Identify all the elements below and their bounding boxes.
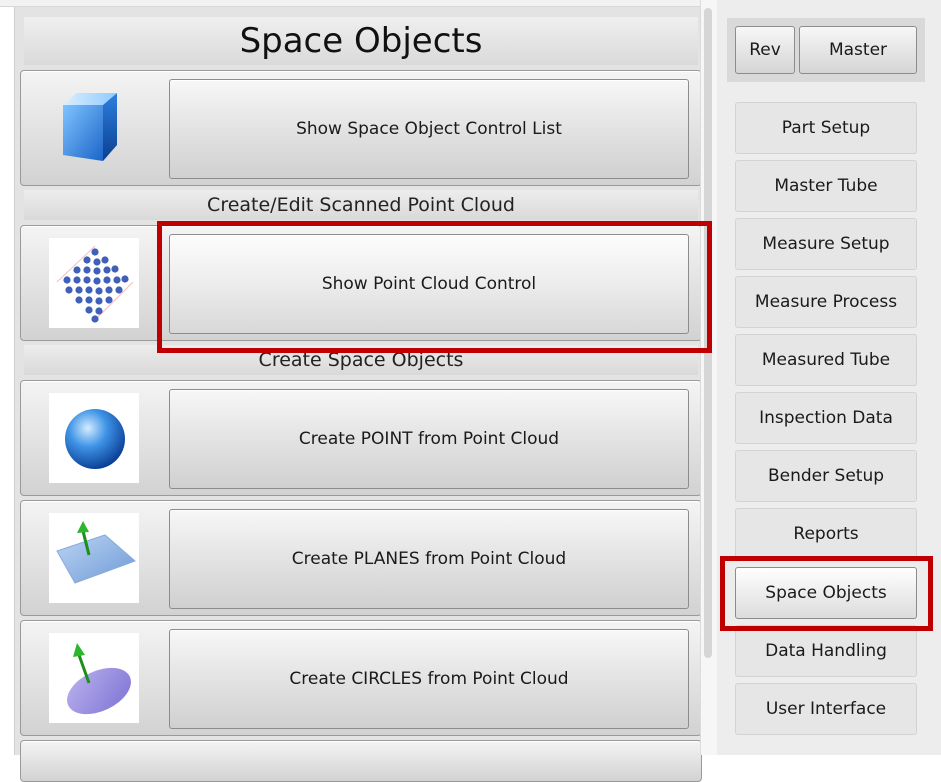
create-point-row: Create POINT from Point Cloud bbox=[20, 380, 702, 496]
nav-user-interface[interactable]: User Interface bbox=[735, 683, 917, 735]
control-list-row: Show Space Object Control List bbox=[20, 70, 702, 186]
cube-icon bbox=[49, 83, 139, 173]
nav-measured-tube[interactable]: Measured Tube bbox=[735, 334, 917, 386]
nav-measure-setup[interactable]: Measure Setup bbox=[735, 218, 917, 270]
create-planes-button[interactable]: Create PLANES from Point Cloud bbox=[169, 509, 689, 609]
section-title-create: Create Space Objects bbox=[24, 345, 698, 375]
nav-inspection-data[interactable]: Inspection Data bbox=[735, 392, 917, 444]
nav-part-setup[interactable]: Part Setup bbox=[735, 102, 917, 154]
master-button[interactable]: Master bbox=[799, 26, 917, 74]
create-circles-row: Create CIRCLES from Point Cloud bbox=[20, 620, 702, 736]
nav-measure-process[interactable]: Measure Process bbox=[735, 276, 917, 328]
show-point-cloud-button[interactable]: Show Point Cloud Control bbox=[169, 234, 689, 334]
point-cloud-row: Show Point Cloud Control bbox=[20, 225, 702, 341]
nav-bender-setup[interactable]: Bender Setup bbox=[735, 450, 917, 502]
scrollbar-thumb[interactable] bbox=[704, 8, 712, 658]
section-title-scanned: Create/Edit Scanned Point Cloud bbox=[24, 190, 698, 220]
plane-icon bbox=[49, 513, 139, 603]
nav-reports[interactable]: Reports bbox=[735, 508, 917, 560]
top-rule bbox=[0, 0, 700, 7]
nav-data-handling[interactable]: Data Handling bbox=[735, 625, 917, 677]
create-point-button[interactable]: Create POINT from Point Cloud bbox=[169, 389, 689, 489]
mode-button-group: Rev Master bbox=[727, 18, 925, 82]
create-planes-row: Create PLANES from Point Cloud bbox=[20, 500, 702, 616]
show-control-list-button[interactable]: Show Space Object Control List bbox=[169, 79, 689, 179]
nav-space-objects[interactable]: Space Objects bbox=[735, 567, 917, 619]
point-cloud-icon bbox=[49, 238, 139, 328]
circle-icon bbox=[49, 633, 139, 723]
right-nav-panel: Rev Master Part Setup Master Tube Measur… bbox=[717, 0, 941, 755]
next-row-partial bbox=[20, 740, 702, 782]
nav-master-tube[interactable]: Master Tube bbox=[735, 160, 917, 212]
rev-button[interactable]: Rev bbox=[735, 26, 795, 74]
sphere-icon bbox=[49, 393, 139, 483]
create-circles-button[interactable]: Create CIRCLES from Point Cloud bbox=[169, 629, 689, 729]
page-title: Space Objects bbox=[24, 17, 698, 65]
